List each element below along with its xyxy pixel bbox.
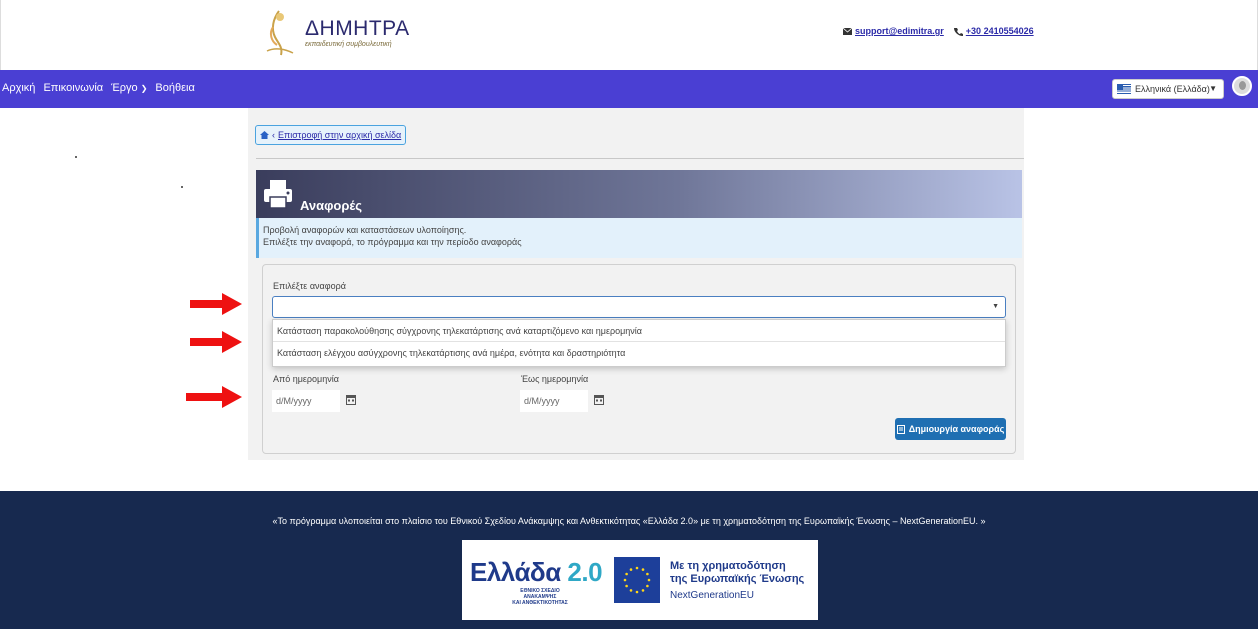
home-icon — [260, 131, 269, 139]
logo-subtitle: εκπαιδευτική συμβουλευτική — [305, 41, 392, 48]
demeter-logo-icon — [266, 10, 294, 56]
support-email-link[interactable]: support@edimitra.gr — [855, 26, 944, 36]
dropdown-option[interactable]: Κατάσταση παρακολούθησης σύγχρονης τηλεκ… — [273, 320, 1005, 342]
report-select[interactable]: ▼ — [272, 296, 1006, 318]
report-select-label: Επιλέξτε αναφορά — [273, 281, 346, 291]
nav-item-home[interactable]: Αρχική — [2, 82, 35, 94]
from-date-input[interactable]: d/M/yyyy — [272, 390, 340, 412]
create-report-button[interactable]: Δημιουργία αναφοράς — [895, 418, 1006, 440]
chevron-left-icon: ‹ — [272, 130, 275, 140]
main-navbar: Αρχική Επικοινωνία Έργο ❯ Βοήθεια Ελληνι… — [0, 70, 1258, 108]
eu-flag-icon — [614, 557, 660, 603]
stray-dot — [181, 186, 183, 188]
nav-item-contact[interactable]: Επικοινωνία — [43, 82, 103, 94]
eu-funding-title: Με τη χρηματοδότηση της Ευρωπαϊκής Ένωσης — [670, 560, 805, 585]
back-label: Επιστροφή στην αρχική σελίδα — [278, 130, 402, 140]
support-phone-link[interactable]: +30 2410554026 — [966, 26, 1034, 36]
report-dropdown-list: Κατάσταση παρακολούθησης σύγχρονης τηλεκ… — [272, 319, 1006, 367]
site-logo[interactable]: ΔΗΜΗΤΡΑ εκπαιδευτική συμβουλευτική — [259, 6, 410, 60]
printer-icon — [264, 180, 292, 209]
nav-item-project[interactable]: Έργο ❯ — [111, 82, 147, 94]
dropdown-arrow-icon: ▼ — [1209, 84, 1217, 93]
from-date-label: Από ημερομηνία — [273, 374, 339, 384]
nav-item-help[interactable]: Βοήθεια — [155, 82, 194, 94]
to-date-input[interactable]: d/M/yyyy — [520, 390, 588, 412]
info-box: Προβολή αναφορών και καταστάσεων υλοποίη… — [256, 218, 1022, 258]
back-to-home-button[interactable]: ‹ Επιστροφή στην αρχική σελίδα — [255, 125, 407, 145]
create-report-label: Δημιουργία αναφοράς — [908, 424, 1005, 434]
next-generation-eu-label: NextGenerationEU — [670, 590, 754, 601]
language-value: Ελληνικά (Ελλάδα) — [1135, 84, 1210, 94]
greece-2-logo-subtitle: ΕΘΝΙΚΟ ΣΧΕΔΙΟ ΑΝΑΚΑΜΨΗΣ ΚΑΙ ΑΝΘΕΚΤΙΚΟΤΗΤΑ… — [512, 588, 568, 606]
envelope-icon — [843, 27, 852, 35]
red-arrow-annotation — [190, 293, 242, 315]
logo-title: ΔΗΜΗΤΡΑ — [305, 17, 410, 40]
info-line: Επιλέξτε την αναφορά, το πρόγραμμα και τ… — [263, 237, 522, 247]
reports-header-band — [256, 170, 1022, 218]
language-select[interactable]: Ελληνικά (Ελλάδα) ▼ — [1112, 79, 1224, 99]
document-icon — [896, 424, 905, 434]
user-avatar[interactable] — [1232, 76, 1252, 96]
calendar-icon[interactable] — [594, 394, 604, 405]
top-header: ΔΗΜΗΤΡΑ εκπαιδευτική συμβουλευτική suppo… — [0, 0, 1258, 70]
stray-dot — [75, 156, 77, 158]
greece-2-logo: Ελλάδα 2.0 — [470, 557, 603, 587]
footer-funding-text: «Το πρόγραμμα υλοποιείται στο πλαίσιο το… — [272, 516, 986, 526]
greek-flag-icon — [1117, 84, 1131, 94]
calendar-icon[interactable] — [346, 394, 356, 405]
chevron-down-icon: ❯ — [140, 84, 148, 93]
red-arrow-annotation — [186, 386, 242, 408]
red-arrow-annotation — [190, 331, 242, 353]
divider — [256, 158, 1024, 159]
page-title: Αναφορές — [300, 198, 363, 213]
phone-icon — [953, 27, 963, 36]
info-line: Προβολή αναφορών και καταστάσεων υλοποίη… — [263, 225, 467, 235]
to-date-label: Έως ημερομηνία — [521, 374, 589, 384]
dropdown-option[interactable]: Κατάσταση ελέγχου ασύγχρονης τηλεκατάρτι… — [273, 342, 1005, 364]
contact-info: support@edimitra.gr +30 2410554026 — [843, 26, 1034, 36]
dropdown-arrow-icon: ▼ — [992, 303, 999, 310]
